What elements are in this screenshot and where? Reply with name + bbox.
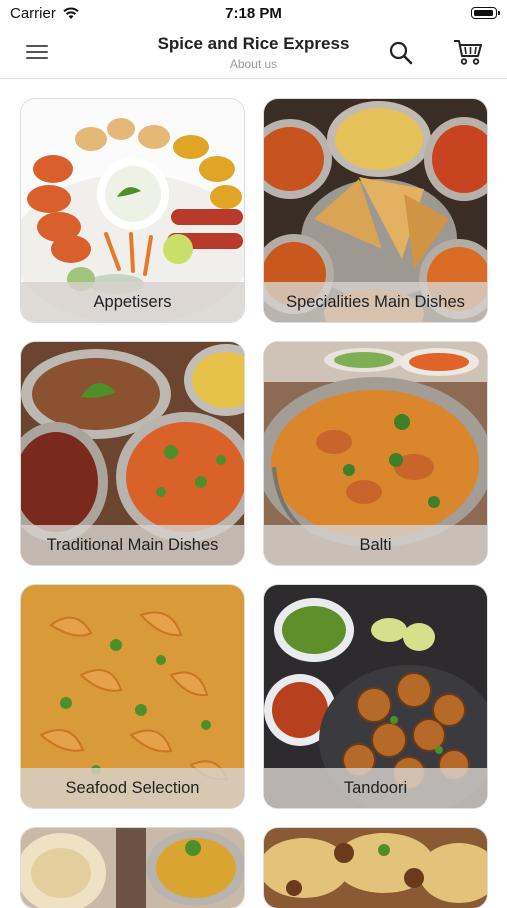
category-tile-traditional-main-dishes[interactable]: Traditional Main Dishes [21,342,244,565]
navigation-bar: Spice and Rice Express About us [0,28,507,79]
category-label: Traditional Main Dishes [21,525,244,565]
category-label: Specialities Main Dishes [264,282,487,322]
category-label: Seafood Selection [21,768,244,808]
shopping-cart-icon[interactable] [452,38,484,66]
category-tile-tandoori[interactable]: Tandoori [264,585,487,808]
category-tile-balti[interactable]: Balti [264,342,487,565]
battery-icon [471,7,500,19]
restaurant-title: Spice and Rice Express [157,34,350,53]
category-label: Balti [264,525,487,565]
breads-photo [21,828,244,908]
category-label: Tandoori [264,768,487,808]
status-bar: Carrier 7:18 PM [0,0,507,28]
category-label: Appetisers [21,282,244,322]
biryani-photo [264,828,487,908]
category-tile-seafood-selection[interactable]: Seafood Selection [21,585,244,808]
category-tile-breads[interactable] [21,828,244,908]
category-tile-specialities-main-dishes[interactable]: Specialities Main Dishes [264,99,487,322]
about-us-link[interactable]: About us [0,57,507,71]
clock-time: 7:18 PM [225,5,282,22]
category-tile-biryani[interactable] [264,828,487,908]
category-tile-appetisers[interactable]: Appetisers [21,99,244,322]
search-icon[interactable] [388,40,414,66]
